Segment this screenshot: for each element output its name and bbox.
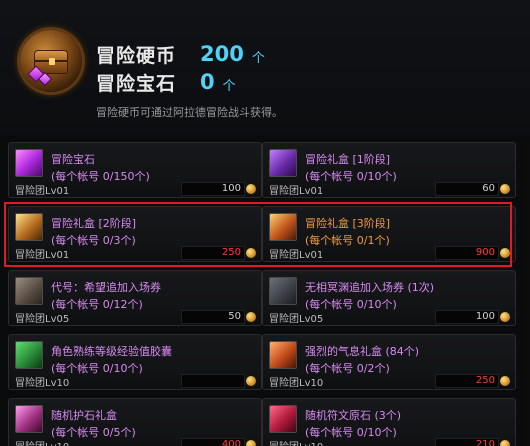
item-price: 250 [475, 375, 495, 386]
item-requirement: 冒险团Lv05 [15, 314, 70, 325]
coin-icon [246, 440, 256, 446]
shop-item[interactable]: 随机符文原石 (3个) (每个帐号 0/10个) 冒险团Lv10 210 [262, 398, 516, 446]
coin-icon [246, 184, 256, 194]
coin-icon [500, 184, 510, 194]
item-name: 冒险礼盒 [1阶段] [305, 153, 391, 166]
ticket-icon [15, 277, 43, 305]
item-name: 随机护石礼盒 [51, 409, 117, 422]
item-requirement: 冒险团Lv10 [15, 438, 69, 446]
item-requirement: 冒险团Lv10 [15, 378, 70, 389]
coin-icon [246, 376, 256, 386]
item-price: 400 [221, 439, 241, 446]
exp-capsule-icon [15, 341, 43, 369]
pink-gem-icon [15, 149, 43, 177]
item-name: 随机符文原石 (3个) [305, 409, 402, 422]
coin-icon [500, 312, 510, 322]
coin-value: 200 [200, 42, 244, 66]
shop-item[interactable]: 无相冥渊追加入场券 (1次) (每个帐号 0/10个) 冒险团Lv05 100 [262, 270, 516, 326]
coin-row: 冒险硬币 200 个 [96, 42, 265, 67]
rune-stone-icon [269, 405, 297, 433]
selection-highlight [4, 202, 512, 267]
shop-item[interactable]: 冒险礼盒 [1阶段] (每个帐号 0/10个) 冒险团Lv01 60 [262, 142, 516, 198]
gem-label: 冒险宝石 [96, 72, 177, 95]
coin-icon [246, 312, 256, 322]
currency-header: 冒险硬币 200 个 冒险宝石 0 个 冒险硬币可通过阿拉德冒险战斗获得。 [0, 0, 530, 134]
purple-box-icon [269, 149, 297, 177]
coin-icon [500, 440, 510, 446]
item-price: 100 [221, 183, 241, 194]
item-price: 210 [475, 439, 495, 446]
item-price: 60 [482, 183, 495, 194]
talisman-box-icon [15, 405, 43, 433]
item-requirement: 冒险团Lv01 [15, 186, 70, 197]
item-name: 代号：希望追加入场券 [51, 281, 161, 294]
item-name: 冒险宝石 [51, 153, 95, 166]
shop-item[interactable]: 强烈的气息礼盒 (84个) (每个帐号 0/2个) 冒险团Lv10 250 [262, 334, 516, 390]
item-requirement: 冒险团Lv05 [269, 314, 324, 325]
shop-item[interactable]: 角色熟练等级经验值胶囊 (每个帐号 0/10个) 冒险团Lv10 [8, 334, 262, 390]
item-requirement: 冒险团Lv01 [269, 186, 324, 197]
item-name: 角色熟练等级经验值胶囊 [51, 345, 172, 358]
shop-item[interactable]: 代号：希望追加入场券 (每个帐号 0/12个) 冒险团Lv05 50 [8, 270, 262, 326]
coin-label: 冒险硬币 [96, 44, 177, 67]
item-name: 无相冥渊追加入场券 (1次) [305, 281, 435, 294]
item-price: 50 [228, 311, 241, 322]
coin-unit: 个 [251, 50, 265, 66]
item-requirement: 冒险团Lv10 [269, 438, 323, 446]
shop-item[interactable]: 随机护石礼盒 (每个帐号 0/5个) 冒险团Lv10 400 [8, 398, 262, 446]
scrollbar[interactable] [524, 142, 530, 446]
gem-unit: 个 [222, 78, 236, 94]
gem-value: 0 [200, 70, 215, 94]
item-price: 100 [475, 311, 495, 322]
currency-description: 冒险硬币可通过阿拉德冒险战斗获得。 [96, 106, 283, 119]
ticket-icon [269, 277, 297, 305]
item-requirement: 冒险团Lv10 [269, 378, 324, 389]
shop-item[interactable]: 冒险宝石 (每个帐号 0/150个) 冒险团Lv01 100 [8, 142, 262, 198]
treasure-chest-icon [20, 30, 82, 92]
coin-icon [500, 376, 510, 386]
gift-box-icon [269, 341, 297, 369]
gem-row: 冒险宝石 0 个 [96, 70, 236, 95]
item-name: 强烈的气息礼盒 (84个) [305, 345, 420, 358]
